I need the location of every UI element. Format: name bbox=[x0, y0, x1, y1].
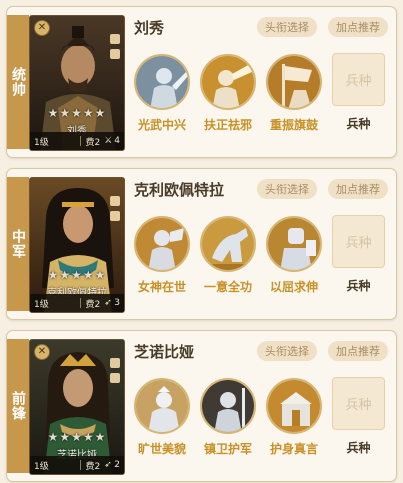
general-name: 芝诺比娅 bbox=[134, 343, 195, 361]
general-card-2: 中军 ★★★★★ 克利欧佩特拉 1级 费2 ➶ 3 克利欧佩特拉 头衔选择 加点… bbox=[6, 168, 397, 320]
shield-icon bbox=[110, 34, 120, 44]
title-select-button[interactable]: 头衔选择 bbox=[257, 179, 317, 199]
emperor-statue-icon bbox=[134, 54, 190, 110]
unit-type-icon: ⚔ bbox=[104, 135, 113, 146]
star-rating: ★★★★★ bbox=[47, 268, 107, 282]
skill-label: 镇卫护军 bbox=[203, 442, 252, 456]
general-card-3: 前锋 ✕ ★★★★★ 芝诺比娅 1级 费2 ➶ 2 芝诺比娅 头衔选择 加点推荐… bbox=[6, 330, 397, 482]
rearing-horse-icon bbox=[200, 216, 256, 272]
star-rating: ★★★★★ bbox=[47, 106, 107, 120]
badge-icon bbox=[110, 49, 120, 59]
queen-statue-icon bbox=[134, 378, 190, 434]
close-icon[interactable]: ✕ bbox=[34, 344, 50, 360]
unit-type-icon: ➶ bbox=[104, 459, 112, 470]
position-label: 统帅 bbox=[10, 67, 26, 97]
level-text: 1级 bbox=[34, 461, 49, 472]
shield-icon bbox=[110, 196, 120, 206]
skill-slot-2[interactable]: 扶正祛邪 bbox=[197, 54, 259, 133]
general-name: 刘秀 bbox=[134, 19, 165, 37]
skill-slot-1[interactable]: 女神在世 bbox=[131, 216, 193, 295]
battle-flag-icon bbox=[266, 54, 322, 110]
title-select-button[interactable]: 头衔选择 bbox=[257, 17, 317, 37]
skill-slot-3[interactable]: 护身真言 bbox=[263, 378, 325, 457]
general-portrait[interactable]: ✕ ★★★★★ 刘秀 1级 费2 ⚔ 4 bbox=[29, 15, 125, 151]
troop-type-slot[interactable]: 兵种 bbox=[332, 215, 385, 268]
unit-count: 2 bbox=[114, 460, 120, 470]
divider bbox=[79, 298, 81, 308]
portrait-info-bar: 1级 费2 ⚔ 4 bbox=[30, 132, 124, 150]
points-recommend-button[interactable]: 加点推荐 bbox=[328, 17, 388, 37]
troop-type-slot[interactable]: 兵种 bbox=[332, 53, 385, 106]
points-recommend-button[interactable]: 加点推荐 bbox=[328, 341, 388, 361]
divider bbox=[79, 460, 81, 470]
portrait-info-bar: 1级 费2 ➶ 2 bbox=[30, 456, 124, 474]
badge-icon bbox=[110, 211, 120, 221]
level-text: 1级 bbox=[34, 137, 49, 148]
star-rating: ★★★★★ bbox=[47, 430, 107, 444]
unit-count: 4 bbox=[114, 136, 120, 146]
skill-slot-3[interactable]: 以屈求伸 bbox=[263, 216, 325, 295]
skill-label: 女神在世 bbox=[137, 280, 186, 294]
general-name: 克利欧佩特拉 bbox=[134, 181, 225, 199]
troop-type-slot[interactable]: 兵种 bbox=[332, 377, 385, 430]
skill-slot-1[interactable]: 旷世美貌 bbox=[131, 378, 193, 457]
position-label: 前锋 bbox=[10, 391, 26, 421]
temple-altar-icon bbox=[266, 378, 322, 434]
skill-label: 光武中兴 bbox=[137, 118, 186, 132]
position-tab: 中军 bbox=[7, 177, 29, 311]
troop-type-label: 兵种 bbox=[346, 117, 371, 131]
skill-label: 旷世美貌 bbox=[137, 442, 186, 456]
armored-knight-icon bbox=[266, 216, 322, 272]
status-icons bbox=[110, 196, 120, 221]
cost-text: 费2 bbox=[85, 299, 101, 310]
position-tab: 统帅 bbox=[7, 15, 29, 149]
skill-slot-1[interactable]: 光武中兴 bbox=[131, 54, 193, 133]
skill-slot-2[interactable]: 一意全功 bbox=[197, 216, 259, 295]
skill-label: 以屈求伸 bbox=[269, 280, 318, 294]
unit-count: 3 bbox=[114, 298, 120, 308]
close-icon[interactable]: ✕ bbox=[34, 20, 50, 36]
cost-text: 费2 bbox=[85, 137, 101, 148]
divider bbox=[79, 136, 81, 146]
points-recommend-button[interactable]: 加点推荐 bbox=[328, 179, 388, 199]
skill-label: 重振旗鼓 bbox=[269, 118, 318, 132]
skill-slot-2[interactable]: 镇卫护军 bbox=[197, 378, 259, 457]
troop-type-label: 兵种 bbox=[346, 279, 371, 293]
cost-text: 费2 bbox=[85, 461, 101, 472]
general-portrait[interactable]: ✕ ★★★★★ 芝诺比娅 1级 费2 ➶ 2 bbox=[29, 339, 125, 475]
general-portrait[interactable]: ★★★★★ 克利欧佩特拉 1级 费2 ➶ 3 bbox=[29, 177, 125, 313]
horn-warrior-icon bbox=[200, 54, 256, 110]
skill-label: 护身真言 bbox=[269, 442, 318, 456]
goddess-statue-icon bbox=[134, 216, 190, 272]
position-tab: 前锋 bbox=[7, 339, 29, 473]
guard-soldier-icon bbox=[200, 378, 256, 434]
skill-label: 一意全功 bbox=[203, 280, 252, 294]
position-label: 中军 bbox=[10, 229, 26, 259]
level-text: 1级 bbox=[34, 299, 49, 310]
status-icons bbox=[110, 358, 120, 383]
badge-icon bbox=[110, 373, 120, 383]
troop-type-label: 兵种 bbox=[346, 441, 371, 455]
status-icons bbox=[110, 34, 120, 59]
title-select-button[interactable]: 头衔选择 bbox=[257, 341, 317, 361]
portrait-info-bar: 1级 费2 ➶ 3 bbox=[30, 294, 124, 312]
skill-label: 扶正祛邪 bbox=[203, 118, 252, 132]
skill-slot-3[interactable]: 重振旗鼓 bbox=[263, 54, 325, 133]
unit-type-icon: ➶ bbox=[104, 297, 112, 308]
general-card-1: 统帅 ✕ ★★★★★ 刘秀 1级 费2 ⚔ 4 刘秀 头衔选择 加点推荐 bbox=[6, 6, 397, 158]
shield-icon bbox=[110, 358, 120, 368]
